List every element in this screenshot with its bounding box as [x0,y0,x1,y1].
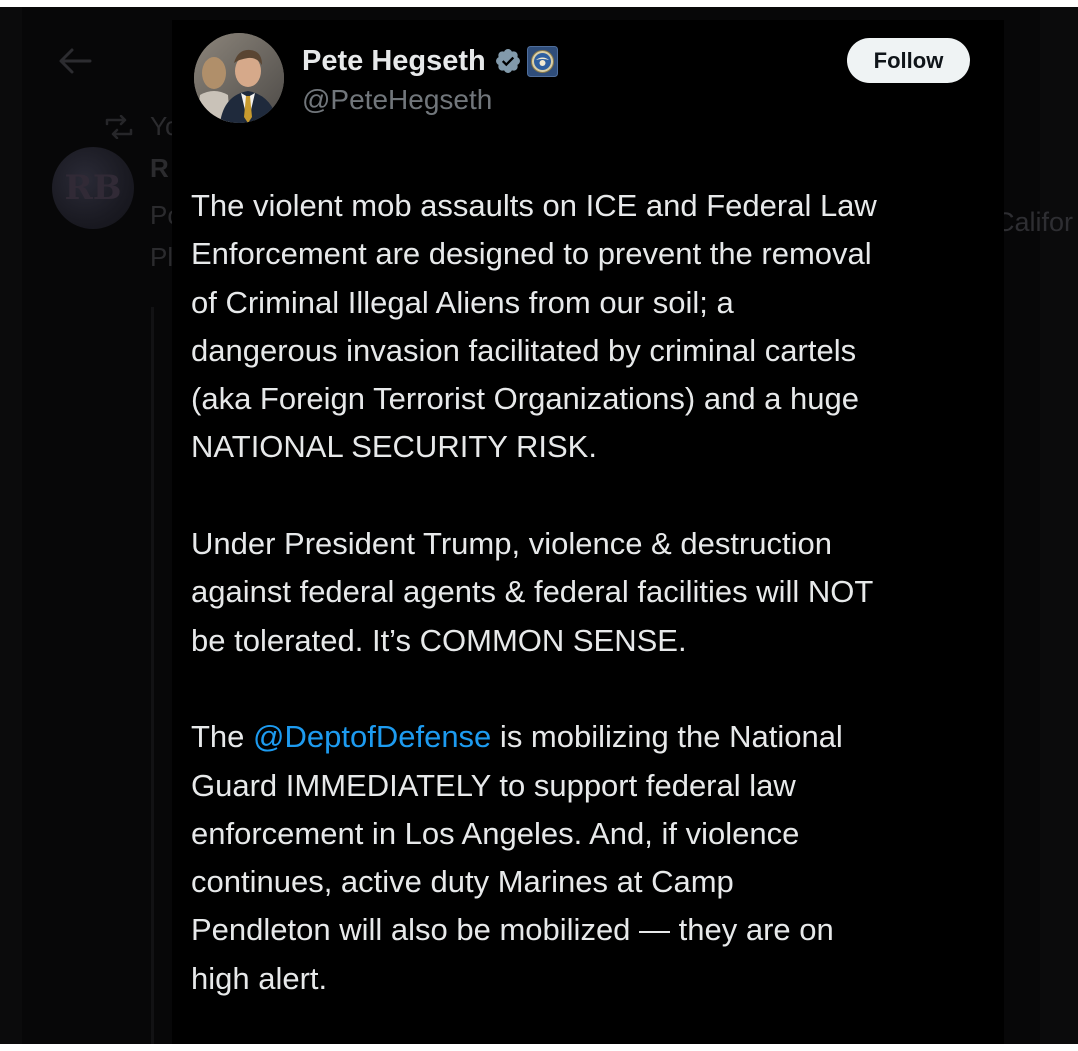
author-display-name[interactable]: Pete Hegseth [302,41,486,81]
post-paragraph: Under President Trump, violence & destru… [191,520,991,665]
background-author-name: R [150,153,169,183]
post-text-line: enforcement in Los Angeles. And, if viol… [191,815,800,851]
post-text-line: The violent mob assaults on ICE and Fede… [191,188,877,223]
post-paragraph: The @DeptofDefense is mobilizing the Nat… [191,713,991,1003]
post-text-line: (aka Foreign Terrorist Organizations) an… [191,381,859,417]
post-text-line: Pendleton will also be mobilized — they … [191,912,834,948]
background-avatar: RB [52,147,134,229]
verified-badge-icon[interactable] [494,47,522,75]
post-text-line: continues, active duty Marines at Camp [191,864,734,900]
post-text-line: Enforcement are designed to prevent the … [191,236,872,272]
mention-link[interactable]: @DeptofDefense [253,719,491,754]
background-avatar-monogram: RB [64,168,122,208]
post-text-line: be tolerated. It’s COMMON SENSE. [191,622,687,658]
post-paragraph: The violent mob assaults on ICE and Fede… [191,182,991,472]
author-name-row: Pete Hegseth [302,40,558,82]
post-text-line: high alert. [191,960,328,996]
post-text: The violent mob assaults on ICE and Fede… [191,182,991,1051]
post-text-fragment: is mobilizing the National [491,719,843,755]
post-text-line: of Criminal Illegal Aliens from our soil… [191,284,734,320]
follow-button[interactable]: Follow [847,38,970,83]
author-photo [194,33,284,123]
arrow-left-icon[interactable] [58,47,92,75]
background-text-line: Pl [150,242,174,272]
author-handle[interactable]: @PeteHegseth [302,82,492,118]
background-side-text: Califor [995,207,1074,237]
post-text-line: The @DeptofDefense is mobilizing the Nat… [191,713,991,761]
author-avatar[interactable] [194,33,284,123]
repost-icon [105,115,133,139]
dod-seal-icon[interactable] [526,45,558,77]
post-text-line: NATIONAL SECURITY RISK. [191,429,597,465]
post-text-line: Guard IMMEDIATELY to support federal law [191,767,796,803]
post-text-line: against federal agents & federal facilit… [191,574,874,610]
post-text-line: dangerous invasion facilitated by crimin… [191,332,857,368]
post-text-fragment: The [191,719,254,755]
post-text-line: Under President Trump, violence & destru… [191,526,832,562]
quoted-post-card: Pete Hegseth @PeteHegseth Follow The vio… [172,20,1004,1044]
background-thread-line [151,307,154,1044]
